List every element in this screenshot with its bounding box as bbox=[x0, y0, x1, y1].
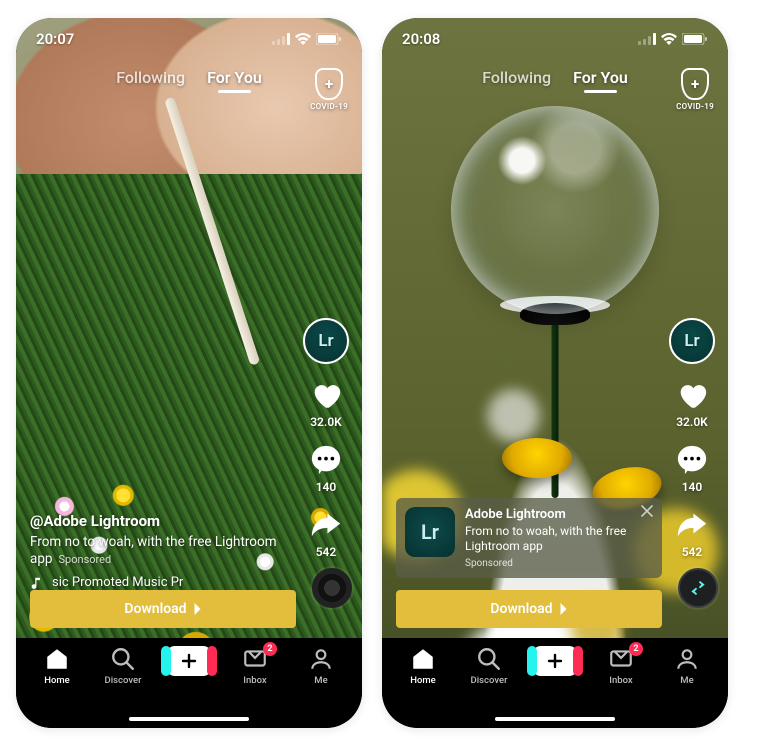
status-time: 20:07 bbox=[36, 30, 74, 48]
battery-icon bbox=[682, 33, 708, 45]
phone-screen-1: 20:07 Following For You COVID-19 Lr 32.0… bbox=[16, 18, 362, 728]
inbox-badge: 2 bbox=[263, 642, 277, 656]
phone-screen-2: 20:08 Following For You COVID-19 Lr 32.0… bbox=[382, 18, 728, 728]
search-icon bbox=[476, 646, 502, 672]
like-button[interactable]: 32.0K bbox=[309, 378, 343, 429]
tab-inbox[interactable]: 2 Inbox bbox=[591, 646, 651, 686]
tab-create[interactable] bbox=[525, 646, 585, 676]
status-bar: 20:07 bbox=[16, 18, 362, 60]
creator-avatar[interactable]: Lr bbox=[669, 318, 715, 364]
wifi-icon bbox=[661, 33, 677, 45]
tab-for-you[interactable]: For You bbox=[573, 68, 628, 87]
status-bar: 20:08 bbox=[382, 18, 728, 60]
battery-icon bbox=[316, 33, 342, 45]
tab-following[interactable]: Following bbox=[116, 68, 185, 87]
profile-icon bbox=[674, 646, 700, 672]
cta-download-button[interactable]: Download bbox=[396, 590, 662, 628]
tab-me[interactable]: Me bbox=[657, 646, 717, 686]
covid-label: COVID-19 bbox=[310, 102, 348, 111]
share-count: 542 bbox=[316, 545, 337, 559]
ad-desc: From no to woah, with the free Lightroom… bbox=[465, 524, 636, 554]
right-action-rail: Lr 32.0K 140 542 bbox=[664, 318, 720, 559]
ad-card[interactable]: Lr Adobe Lightroom From no to woah, with… bbox=[396, 498, 662, 578]
like-count: 32.0K bbox=[310, 415, 342, 429]
home-icon bbox=[44, 646, 70, 672]
heart-icon bbox=[675, 378, 709, 412]
share-icon bbox=[675, 508, 709, 542]
status-time: 20:08 bbox=[402, 30, 440, 48]
like-button[interactable]: 32.0K bbox=[675, 378, 709, 429]
home-icon bbox=[410, 646, 436, 672]
share-icon bbox=[309, 508, 343, 542]
share-button[interactable]: 542 bbox=[309, 508, 343, 559]
caption-text: From no to woah, with the free Lightroom… bbox=[30, 534, 282, 568]
ad-title: Adobe Lightroom bbox=[465, 507, 636, 522]
tab-discover[interactable]: Discover bbox=[459, 646, 519, 686]
tab-create[interactable] bbox=[159, 646, 219, 676]
tab-home[interactable]: Home bbox=[393, 646, 453, 686]
creator-handle[interactable]: @Adobe Lightroom bbox=[30, 512, 282, 530]
cta-label: Download bbox=[124, 601, 186, 617]
chevron-right-icon bbox=[193, 603, 202, 615]
inbox-badge: 2 bbox=[629, 642, 643, 656]
tab-discover[interactable]: Discover bbox=[93, 646, 153, 686]
home-indicator bbox=[495, 717, 615, 721]
comment-icon bbox=[309, 443, 343, 477]
right-action-rail: Lr 32.0K 140 542 bbox=[298, 318, 354, 559]
cta-label: Download bbox=[490, 601, 552, 617]
covid-badge[interactable]: COVID-19 bbox=[310, 68, 348, 111]
covid-badge[interactable]: COVID-19 bbox=[676, 68, 714, 111]
soap-bubble bbox=[451, 106, 659, 314]
tab-for-you[interactable]: For You bbox=[207, 68, 262, 87]
tab-inbox[interactable]: 2 Inbox bbox=[225, 646, 285, 686]
like-count: 32.0K bbox=[676, 415, 708, 429]
music-text: sic Promoted Music Pr bbox=[52, 575, 183, 590]
profile-icon bbox=[308, 646, 334, 672]
share-count: 542 bbox=[682, 545, 703, 559]
tab-following[interactable]: Following bbox=[482, 68, 551, 87]
comment-count: 140 bbox=[682, 480, 703, 494]
tab-home[interactable]: Home bbox=[27, 646, 87, 686]
share-button[interactable]: 542 bbox=[675, 508, 709, 559]
comment-count: 140 bbox=[316, 480, 337, 494]
comment-icon bbox=[675, 443, 709, 477]
status-icons bbox=[272, 33, 342, 45]
covid-label: COVID-19 bbox=[676, 102, 714, 111]
create-button[interactable] bbox=[532, 646, 578, 676]
status-icons bbox=[638, 33, 708, 45]
bottom-tabbar: Home Discover 2 Inbox Me bbox=[382, 638, 728, 728]
chevron-right-icon bbox=[559, 603, 568, 615]
comment-button[interactable]: 140 bbox=[309, 443, 343, 494]
close-icon[interactable] bbox=[640, 504, 654, 518]
sponsored-tag: Sponsored bbox=[59, 553, 112, 566]
create-button[interactable] bbox=[166, 646, 212, 676]
plus-icon bbox=[180, 652, 198, 670]
sound-disc[interactable] bbox=[678, 568, 718, 608]
shield-plus-icon bbox=[681, 68, 709, 100]
music-ticker[interactable]: sic Promoted Music Pr bbox=[30, 575, 282, 590]
wifi-icon bbox=[295, 33, 311, 45]
comment-button[interactable]: 140 bbox=[675, 443, 709, 494]
bottom-tabbar: Home Discover 2 Inbox Me bbox=[16, 638, 362, 728]
signal-icon bbox=[638, 33, 656, 45]
ad-app-icon: Lr bbox=[405, 507, 455, 557]
plus-icon bbox=[546, 652, 564, 670]
tab-me[interactable]: Me bbox=[291, 646, 351, 686]
sound-disc[interactable] bbox=[312, 568, 352, 608]
heart-icon bbox=[309, 378, 343, 412]
cta-download-button[interactable]: Download bbox=[30, 590, 296, 628]
caption-block: @Adobe Lightroom From no to woah, with t… bbox=[30, 512, 282, 568]
ad-sponsored-tag: Sponsored bbox=[465, 558, 636, 569]
signal-icon bbox=[272, 33, 290, 45]
creator-avatar[interactable]: Lr bbox=[303, 318, 349, 364]
shield-plus-icon bbox=[315, 68, 343, 100]
search-icon bbox=[110, 646, 136, 672]
music-note-icon bbox=[30, 576, 44, 590]
swap-arrows-icon bbox=[688, 578, 708, 598]
home-indicator bbox=[129, 717, 249, 721]
